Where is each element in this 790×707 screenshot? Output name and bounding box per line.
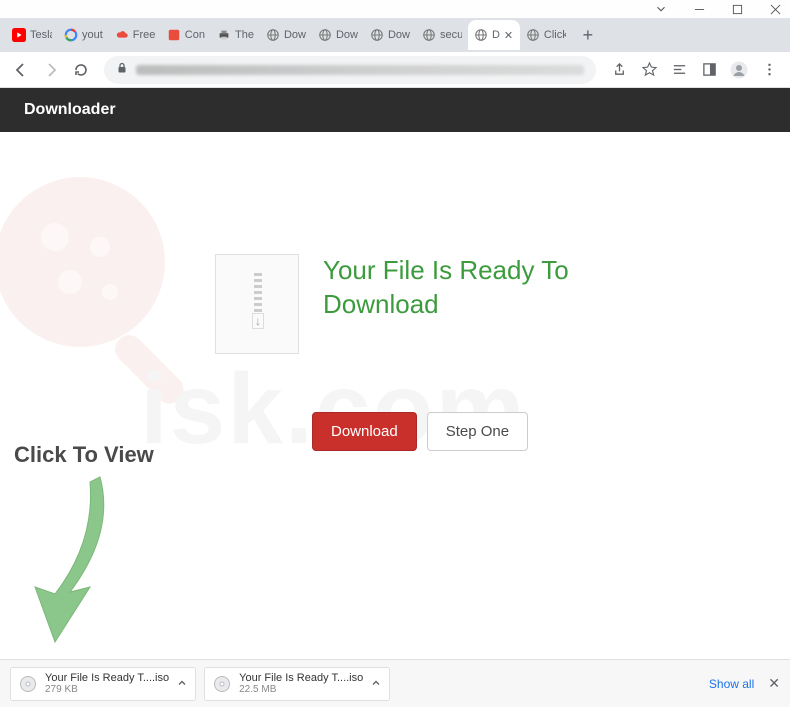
download-size: 279 KB — [45, 684, 169, 695]
window-close[interactable] — [768, 2, 782, 16]
zip-file-icon — [215, 254, 299, 354]
page-header: Downloader — [0, 88, 790, 132]
disc-icon — [213, 675, 231, 693]
tab-favicon — [64, 28, 78, 42]
tab-favicon — [422, 28, 436, 42]
tab-title: Free — [133, 29, 155, 41]
lock-icon — [116, 61, 128, 79]
new-tab-button[interactable]: + — [574, 21, 602, 49]
arrow-down-icon — [20, 472, 130, 657]
tab-4[interactable]: The — [211, 20, 260, 50]
window-switch-desktop[interactable] — [654, 2, 668, 16]
address-bar[interactable] — [104, 56, 596, 84]
page-body: isk.com Your File Is Ready To Download D… — [0, 132, 790, 659]
tab-title: The — [235, 29, 254, 41]
headline-text: Your File Is Ready To Download — [323, 254, 603, 322]
tab-title: Dow — [336, 29, 358, 41]
tab-title: Con — [185, 29, 205, 41]
tab-favicon — [474, 28, 488, 42]
tab-2[interactable]: Free — [109, 20, 161, 50]
forward-button[interactable] — [38, 57, 64, 83]
back-button[interactable] — [8, 57, 34, 83]
tab-1[interactable]: yout — [58, 20, 109, 50]
tab-title: Dow — [284, 29, 306, 41]
tab-favicon — [266, 28, 280, 42]
tab-title: D — [492, 29, 500, 41]
tab-favicon — [526, 28, 540, 42]
tab-favicon — [370, 28, 384, 42]
tab-strip: TeslayoutFreeConTheDowDowDowsecuD✕Click … — [0, 18, 790, 52]
side-panel-icon[interactable] — [666, 57, 692, 83]
tab-title: Dow — [388, 29, 410, 41]
toolbar — [0, 52, 790, 88]
tab-title: yout — [82, 29, 103, 41]
reload-button[interactable] — [68, 57, 94, 83]
tab-0[interactable]: Tesla — [6, 20, 58, 50]
download-button[interactable]: Download — [312, 412, 417, 451]
click-to-view-text: Click To View — [14, 442, 154, 468]
download-item-1[interactable]: Your File Is Ready T....iso22.5 MB — [204, 667, 390, 701]
tab-3[interactable]: Con — [161, 20, 211, 50]
tab-favicon — [115, 28, 129, 42]
step-one-button[interactable]: Step One — [427, 412, 528, 451]
download-name: Your File Is Ready T....iso — [45, 672, 169, 684]
tab-favicon — [318, 28, 332, 42]
tab-favicon — [12, 28, 26, 42]
download-item-0[interactable]: Your File Is Ready T....iso279 KB — [10, 667, 196, 701]
tab-6[interactable]: Dow — [312, 20, 364, 50]
chevron-up-icon[interactable] — [177, 675, 187, 693]
tab-7[interactable]: Dow — [364, 20, 416, 50]
profile-avatar[interactable] — [726, 57, 752, 83]
tab-title: Tesla — [30, 29, 52, 41]
bookmark-icon[interactable] — [636, 57, 662, 83]
page-title: Downloader — [24, 101, 116, 119]
share-icon[interactable] — [606, 57, 632, 83]
download-name: Your File Is Ready T....iso — [239, 672, 363, 684]
close-downloads-bar[interactable]: ✕ — [768, 675, 780, 692]
disc-icon — [19, 675, 37, 693]
show-all-downloads[interactable]: Show all — [709, 677, 754, 691]
tab-title: Click — [544, 29, 566, 41]
tab-favicon — [217, 28, 231, 42]
tab-5[interactable]: Dow — [260, 20, 312, 50]
tab-close-icon[interactable]: ✕ — [504, 29, 514, 42]
tab-10[interactable]: Click — [520, 20, 572, 50]
downloads-bar: Your File Is Ready T....iso279 KBYour Fi… — [0, 659, 790, 707]
tab-favicon — [167, 28, 181, 42]
tab-title: secu — [440, 29, 462, 41]
extensions-icon[interactable] — [696, 57, 722, 83]
window-minimize[interactable] — [692, 2, 706, 16]
menu-icon[interactable] — [756, 57, 782, 83]
chevron-up-icon[interactable] — [371, 675, 381, 693]
url-text — [136, 65, 584, 75]
window-maximize[interactable] — [730, 2, 744, 16]
download-size: 22.5 MB — [239, 684, 363, 695]
tab-9[interactable]: D✕ — [468, 20, 520, 50]
tab-8[interactable]: secu — [416, 20, 468, 50]
